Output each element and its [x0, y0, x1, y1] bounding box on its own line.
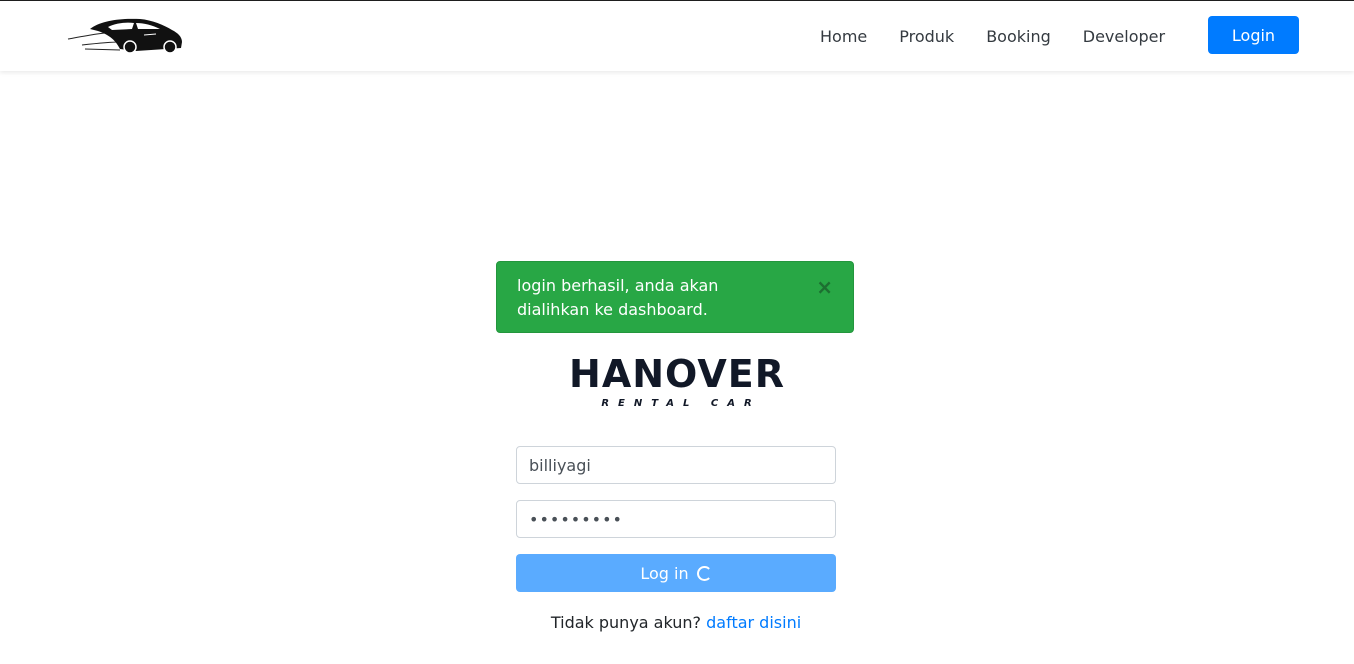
nav-home[interactable]: Home — [820, 27, 867, 46]
register-prompt: Tidak punya akun? daftar disini — [0, 613, 1352, 632]
username-input[interactable] — [516, 446, 836, 484]
nav-developer[interactable]: Developer — [1083, 27, 1165, 46]
logo-subtitle: RENTAL CAR — [601, 398, 761, 409]
login-nav-button[interactable]: Login — [1208, 16, 1299, 54]
logo-title: HANOVER — [569, 352, 785, 396]
close-icon[interactable]: × — [816, 276, 833, 298]
nav-menu: Home Produk Booking Developer — [820, 1, 1165, 71]
success-alert: login berhasil, anda akan dialihkan ke d… — [496, 261, 854, 333]
loading-spinner-icon — [696, 565, 712, 581]
register-text: Tidak punya akun? — [550, 613, 702, 632]
submit-label: Log in — [640, 563, 689, 583]
login-submit-button[interactable]: Log in — [516, 554, 836, 592]
car-logo-icon[interactable] — [60, 15, 186, 57]
password-input[interactable] — [516, 500, 836, 538]
alert-message: login berhasil, anda akan dialihkan ke d… — [517, 276, 719, 319]
hanover-logo: HANOVER RENTAL CAR — [560, 352, 794, 414]
register-link[interactable]: daftar disini — [706, 613, 801, 632]
nav-booking[interactable]: Booking — [986, 27, 1051, 46]
navbar: Home Produk Booking Developer Login — [0, 1, 1354, 71]
nav-produk[interactable]: Produk — [899, 27, 954, 46]
